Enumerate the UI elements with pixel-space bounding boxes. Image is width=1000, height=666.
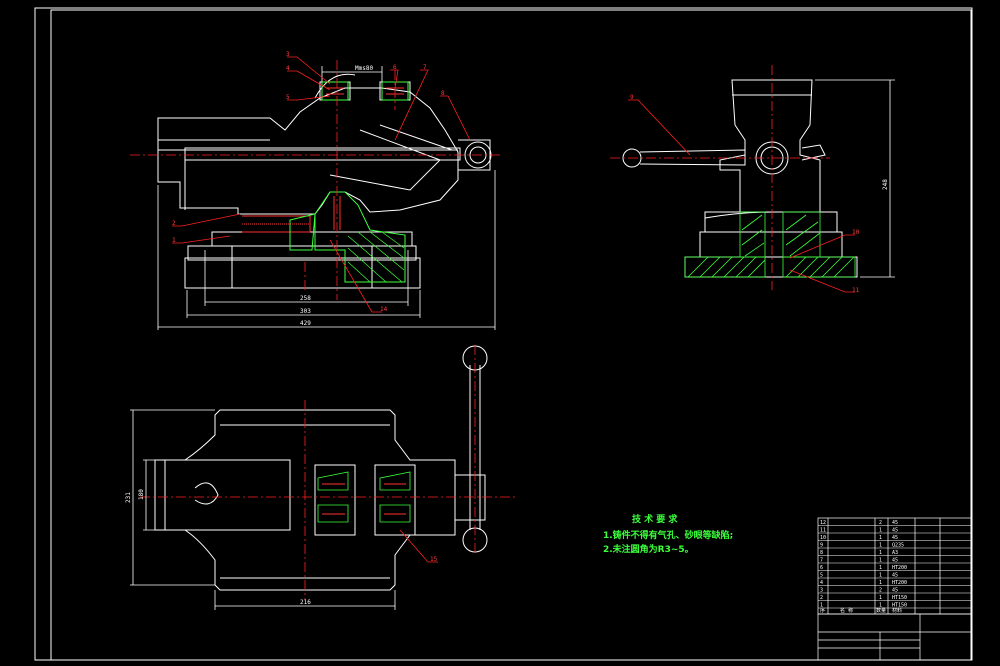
parts-cell-no: 5 [820,573,823,579]
parts-cell-no: 11 [820,528,826,534]
jaw-threads [326,87,404,230]
parts-cell-qty: 1 [879,595,882,601]
inner-border [50,9,972,661]
front-leaders [172,56,471,313]
parts-cell-material: HT150 [892,595,907,601]
parts-cell-no: 6 [820,565,823,571]
balloon-4: 4 [286,65,290,72]
parts-cell-material: Q235 [892,543,904,549]
dim-overall: 429 [300,320,311,327]
top-threads [322,483,406,515]
parts-cell-no: 10 [820,535,826,541]
balloon-3: 3 [286,51,290,58]
cad-drawing-canvas: Mms80 258 303 429 3 4 5 6 7 8 2 1 14 248… [34,7,973,661]
parts-cell-qty: 1 [879,550,882,556]
parts-cell-material: A3 [892,550,898,556]
parts-cell-qty: 1 [879,565,882,571]
tech-req-title: 技 术 要 求 [632,513,678,525]
front-view-hatch [289,81,409,283]
parts-cell-no: 7 [820,558,823,564]
parts-header-material: 材料 [892,607,902,614]
parts-cell-qty: 1 [879,535,882,541]
parts-cell-no: 4 [820,580,823,586]
top-view [154,345,488,591]
parts-cell-no: 8 [820,550,823,556]
parts-cell-material: 45 [892,520,898,526]
outer-border [34,7,973,661]
parts-cell-material: 45 [892,535,898,541]
parts-cell-qty: 1 [879,528,882,534]
tech-req-line-1: 1.铸件不得有气孔、砂眼等缺陷; [603,529,733,541]
balloon-9: 9 [630,94,634,101]
parts-header-no: 序 [820,607,825,614]
parts-cell-material: 45 [892,588,898,594]
dim-base-inner: 258 [300,295,311,302]
parts-cell-no: 3 [820,588,823,594]
balloon-7: 7 [423,64,427,71]
balloon-2: 2 [172,220,176,227]
balloon-8: 8 [441,90,445,97]
front-view [157,73,492,289]
dim-base-outer: 303 [300,308,311,315]
balloon-10: 10 [852,229,860,236]
tech-req-line-2: 2.未注圆角为R3~5。 [603,543,694,555]
parts-cell-qty: 1 [879,558,882,564]
balloon-6: 6 [393,64,397,71]
dim-jaw-width: Mms80 [355,65,373,72]
parts-cell-material: HT200 [892,580,907,586]
parts-cell-qty: 1 [879,543,882,549]
side-leaders [628,99,855,293]
parts-cell-material: 45 [892,558,898,564]
parts-cell-no: 12 [820,520,826,526]
parts-cell-material: 45 [892,573,898,579]
balloon-14: 14 [380,306,388,313]
dim-top-length: 216 [300,599,311,606]
parts-cell-qty: 2 [879,588,882,594]
dim-top-width-outer: 231 [125,492,132,503]
parts-cell-qty: 1 [879,573,882,579]
parts-list-rows: 12 2 4511 1 4510 1 459 1 Q2358 1 A37 1 456 1 HT2005 1 45… [818,520,971,609]
dim-top-width-inner: 180 [138,489,145,500]
parts-cell-qty: 2 [879,520,882,526]
side-view-hatch [684,211,856,278]
parts-header-name: 名 称 [840,607,853,614]
parts-cell-no: 9 [820,543,823,549]
balloon-15: 15 [430,556,438,563]
parts-cell-material: 45 [892,528,898,534]
parts-cell-no: 2 [820,595,823,601]
balloon-1: 1 [172,237,176,244]
parts-cell-qty: 1 [879,580,882,586]
side-dimensions [815,79,895,278]
top-center-lines [140,345,515,600]
balloon-5: 5 [286,94,290,101]
side-center-lines [610,65,830,290]
dim-side-height: 248 [882,179,889,190]
balloon-11: 11 [852,287,860,294]
parts-cell-material: HT200 [892,565,907,571]
parts-header-qty: 数量 [876,607,886,614]
